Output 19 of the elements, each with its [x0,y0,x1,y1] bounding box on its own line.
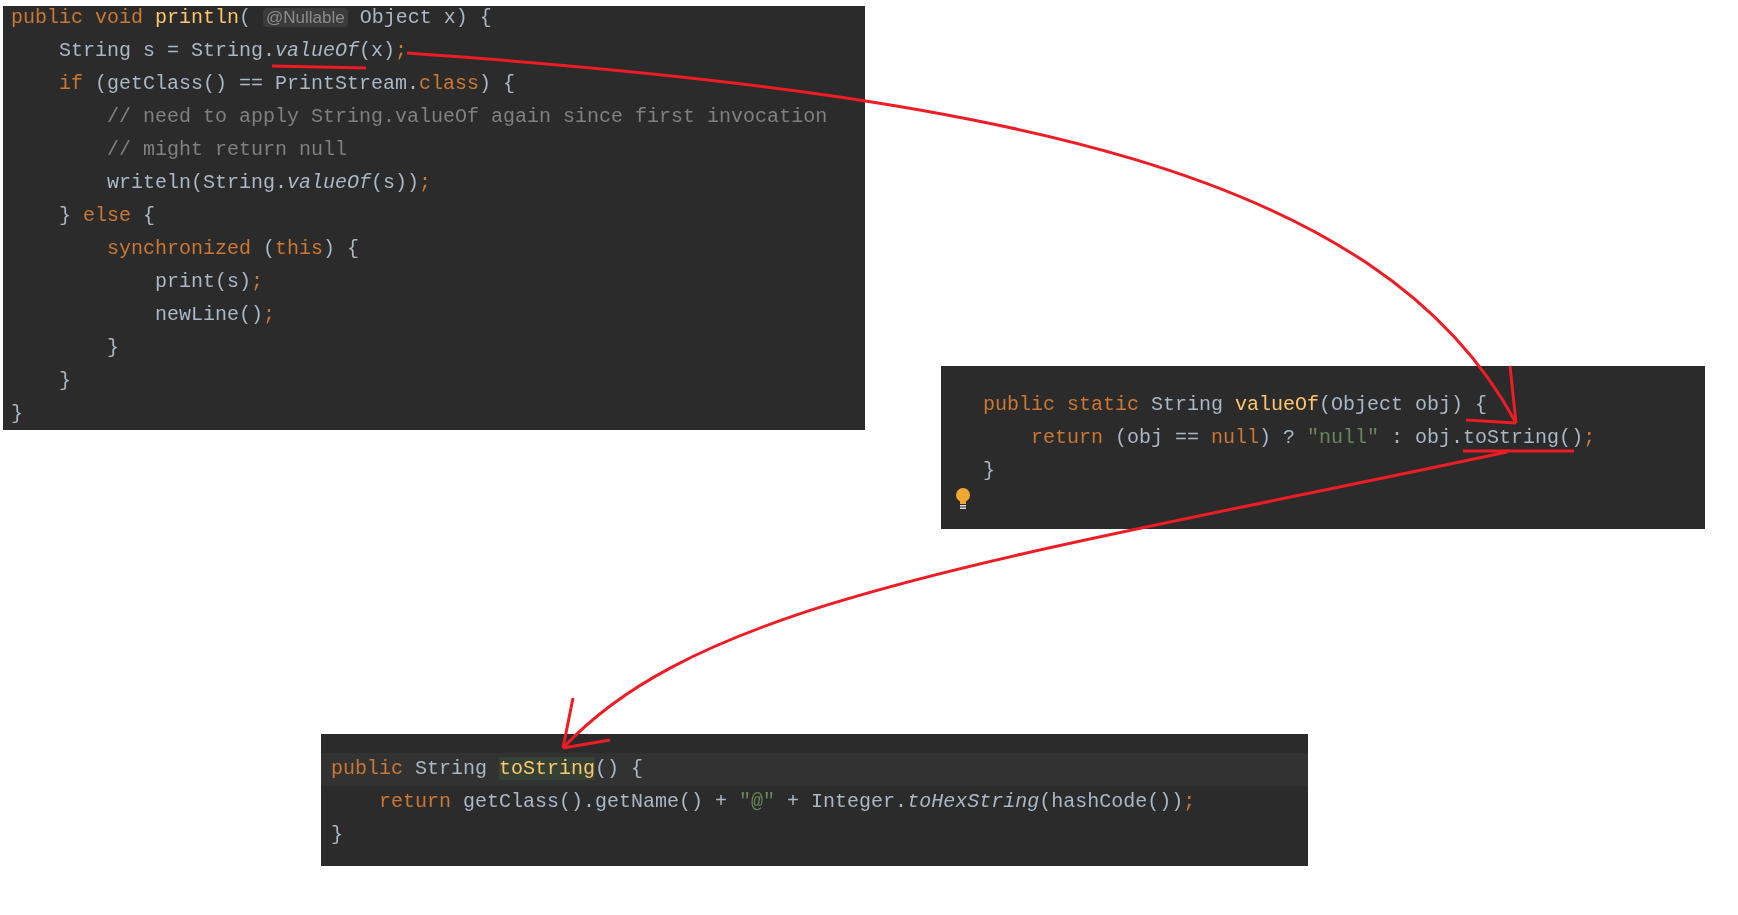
code-line: // need to apply String.valueOf again since first invocation [106,107,828,127]
code-line: } [58,371,71,391]
code-line: // might return null [106,140,348,160]
code-line: newLine(); [154,305,276,325]
code-line: } else { [58,206,156,226]
code-line: } [106,338,120,358]
code-line: return (obj == null) ? "null" : obj.toString(); [1030,428,1596,448]
code-line: public static String valueOf(Object obj) { [983,395,1488,415]
code-line: } [11,404,23,424]
code-line: if (getClass() == PrintStream.class) { [58,74,516,94]
code-line: writeln(String.valueOf(s)); [106,173,432,193]
code-line: synchronized (this) { [106,239,360,259]
code-line: } [983,461,995,481]
lightbulb-icon[interactable] [955,488,971,510]
code-line: print(s); [154,272,264,292]
code-line: String s = String.valueOf(x); [58,41,408,61]
code-line: return getClass().getName() + "@" + Integer.toHexString(hashCode()); [378,792,1196,812]
code-line: } [331,825,343,845]
code-line: public void println( @Nullable Object x) { [11,8,492,28]
